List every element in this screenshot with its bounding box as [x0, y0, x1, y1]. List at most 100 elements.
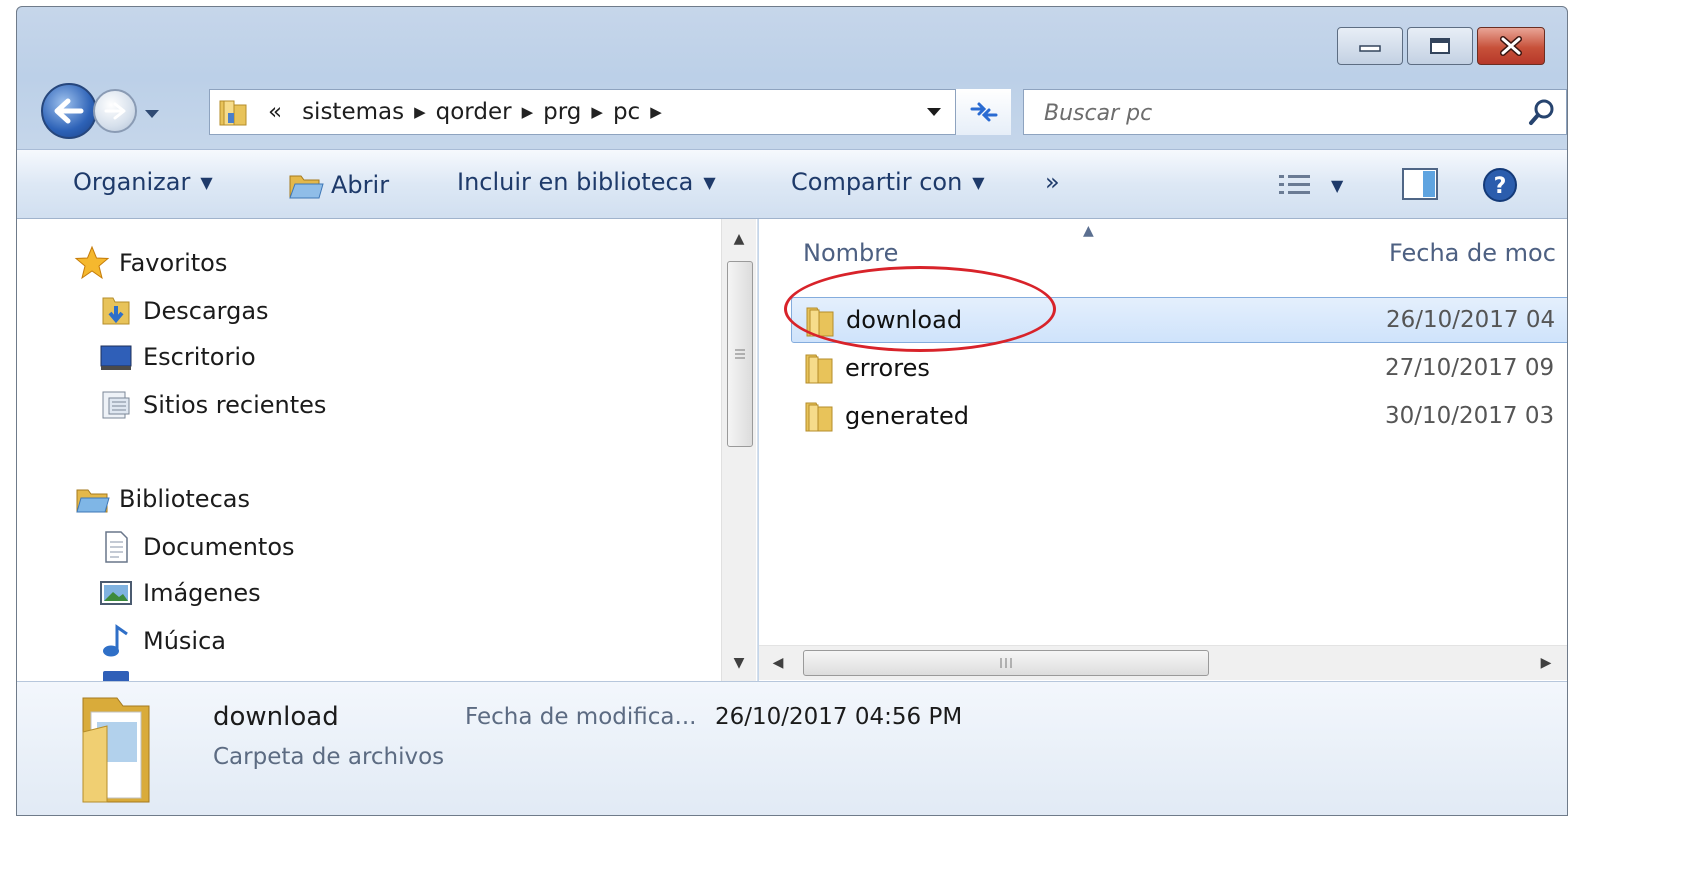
chevron-down-icon	[927, 108, 941, 116]
refresh-icon	[970, 102, 997, 122]
breadcrumb-overflow[interactable]: «	[268, 99, 282, 125]
breadcrumb-separator-icon[interactable]: ▶	[522, 103, 534, 121]
search-input[interactable]	[1042, 98, 1506, 128]
nav-item-downloads[interactable]: Descargas	[97, 293, 269, 329]
nav-item-label: Música	[143, 627, 226, 655]
forward-button[interactable]	[93, 89, 137, 133]
recent-places-icon	[97, 387, 135, 423]
help-button[interactable]: ?	[1481, 166, 1519, 204]
breadcrumb-separator-icon[interactable]: ▶	[650, 103, 662, 121]
nav-item-music[interactable]: Música	[97, 623, 226, 659]
folder-icon	[804, 304, 836, 342]
breadcrumb-separator-icon[interactable]: ▶	[591, 103, 603, 121]
preview-pane-icon	[1402, 168, 1438, 200]
details-date-value: 26/10/2017 04:56 PM	[715, 704, 963, 730]
view-options-button[interactable]: ▼	[1277, 172, 1343, 198]
grip-icon	[1000, 658, 1012, 668]
music-icon	[97, 623, 135, 659]
nav-item-label: Imágenes	[143, 579, 261, 607]
open-folder-icon	[289, 175, 324, 199]
scroll-down-arrow-icon[interactable]: ▼	[722, 645, 756, 681]
include-in-library-button[interactable]: Incluir en biblioteca ▼	[457, 168, 716, 196]
open-button[interactable]: Abrir	[287, 168, 389, 202]
breadcrumb-item[interactable]: prg	[543, 99, 581, 125]
breadcrumb-separator-icon[interactable]: ▶	[414, 103, 426, 121]
search-box	[1023, 89, 1567, 135]
nav-item-recent-places[interactable]: Sitios recientes	[97, 387, 326, 423]
nav-item-label: Documentos	[143, 533, 295, 561]
nav-item-favorites[interactable]: Favoritos	[73, 245, 227, 281]
minimize-icon	[1359, 45, 1381, 52]
file-row[interactable]: download 26/10/2017 04	[791, 297, 1567, 343]
breadcrumb-item[interactable]: qorder	[436, 99, 512, 125]
forward-arrow-icon	[104, 102, 126, 120]
details-file-type: Carpeta de archivos	[213, 744, 445, 770]
breadcrumb-item[interactable]: sistemas	[302, 99, 404, 125]
nav-item-documents[interactable]: Documentos	[97, 529, 295, 565]
nav-item-desktop[interactable]: Escritorio	[97, 339, 256, 375]
large-folder-icon	[82, 697, 150, 803]
scrollbar-thumb[interactable]	[803, 650, 1209, 676]
file-name: download	[846, 306, 963, 334]
file-date: 27/10/2017 09	[1385, 355, 1555, 381]
address-history-dropdown[interactable]	[914, 107, 954, 117]
breadcrumb-item[interactable]: pc	[613, 99, 640, 125]
pictures-icon	[97, 575, 135, 611]
chevron-down-icon	[145, 110, 159, 118]
file-name: generated	[845, 402, 969, 430]
open-label: Abrir	[331, 171, 390, 199]
address-bar[interactable]: « sistemas ▶ qorder ▶ prg ▶ pc ▶	[209, 89, 1011, 135]
navigation-pane: Favoritos Descargas Escritorio Sitios re…	[17, 219, 758, 681]
back-arrow-icon	[54, 98, 84, 124]
column-header-name[interactable]: Nombre	[803, 239, 898, 267]
share-with-label: Compartir con	[791, 168, 963, 196]
organize-button[interactable]: Organizar ▼	[73, 168, 213, 196]
file-row[interactable]: generated 30/10/2017 03	[791, 393, 1567, 439]
nav-item-libraries[interactable]: Bibliotecas	[73, 481, 250, 517]
navigation-pane-scrollbar[interactable]: ▲ ▼	[721, 219, 756, 681]
chevron-down-icon: ▼	[703, 172, 716, 192]
minimize-button[interactable]	[1337, 27, 1403, 65]
close-icon	[1500, 36, 1522, 56]
back-button[interactable]	[41, 83, 97, 139]
star-icon	[73, 245, 111, 281]
desktop-icon	[97, 339, 135, 375]
chevron-down-icon: ▼	[1331, 175, 1344, 195]
scroll-left-arrow-icon[interactable]: ◀	[763, 646, 793, 680]
scroll-up-arrow-icon[interactable]: ▲	[722, 221, 756, 257]
sort-ascending-icon: ▲	[1083, 223, 1094, 239]
preview-pane-button[interactable]	[1401, 166, 1441, 202]
nav-item-label: Descargas	[143, 297, 269, 325]
share-with-button[interactable]: Compartir con ▼	[791, 168, 985, 196]
explorer-window: « sistemas ▶ qorder ▶ prg ▶ pc ▶ Buscar …	[16, 6, 1568, 816]
recent-pages-dropdown[interactable]	[143, 105, 161, 124]
scrollbar-thumb[interactable]	[727, 261, 753, 447]
details-date-label: Fecha de modifica...	[465, 704, 697, 730]
more-label: »	[1045, 168, 1060, 196]
refresh-button[interactable]	[955, 89, 1011, 135]
close-button[interactable]	[1477, 27, 1545, 65]
file-date: 26/10/2017 04	[1386, 307, 1556, 333]
folder-icon	[803, 351, 835, 389]
chevron-down-icon: ▼	[972, 172, 985, 192]
more-commands-button[interactable]: »	[1045, 168, 1060, 196]
scroll-right-arrow-icon[interactable]: ▶	[1531, 646, 1561, 680]
partial-nav-icon	[103, 671, 129, 681]
nav-item-pictures[interactable]: Imágenes	[97, 575, 261, 611]
file-row[interactable]: errores 27/10/2017 09	[791, 345, 1567, 391]
maximize-button[interactable]	[1407, 27, 1473, 65]
folder-icon	[219, 100, 247, 126]
file-list-horizontal-scrollbar[interactable]: ◀ ▶	[759, 645, 1567, 680]
navigation-bar: « sistemas ▶ qorder ▶ prg ▶ pc ▶	[37, 81, 1567, 145]
nav-item-label: Bibliotecas	[119, 485, 250, 513]
downloads-folder-icon	[97, 293, 135, 329]
search-button[interactable]	[1528, 98, 1556, 130]
file-name: errores	[845, 354, 930, 382]
search-icon	[1529, 99, 1554, 125]
maximize-icon	[1430, 38, 1450, 54]
column-header-date[interactable]: Fecha de moc	[1389, 239, 1556, 267]
help-icon: ?	[1483, 168, 1517, 202]
folder-icon	[803, 399, 835, 437]
details-file-name: download	[213, 702, 339, 732]
details-view-icon	[1279, 175, 1310, 194]
